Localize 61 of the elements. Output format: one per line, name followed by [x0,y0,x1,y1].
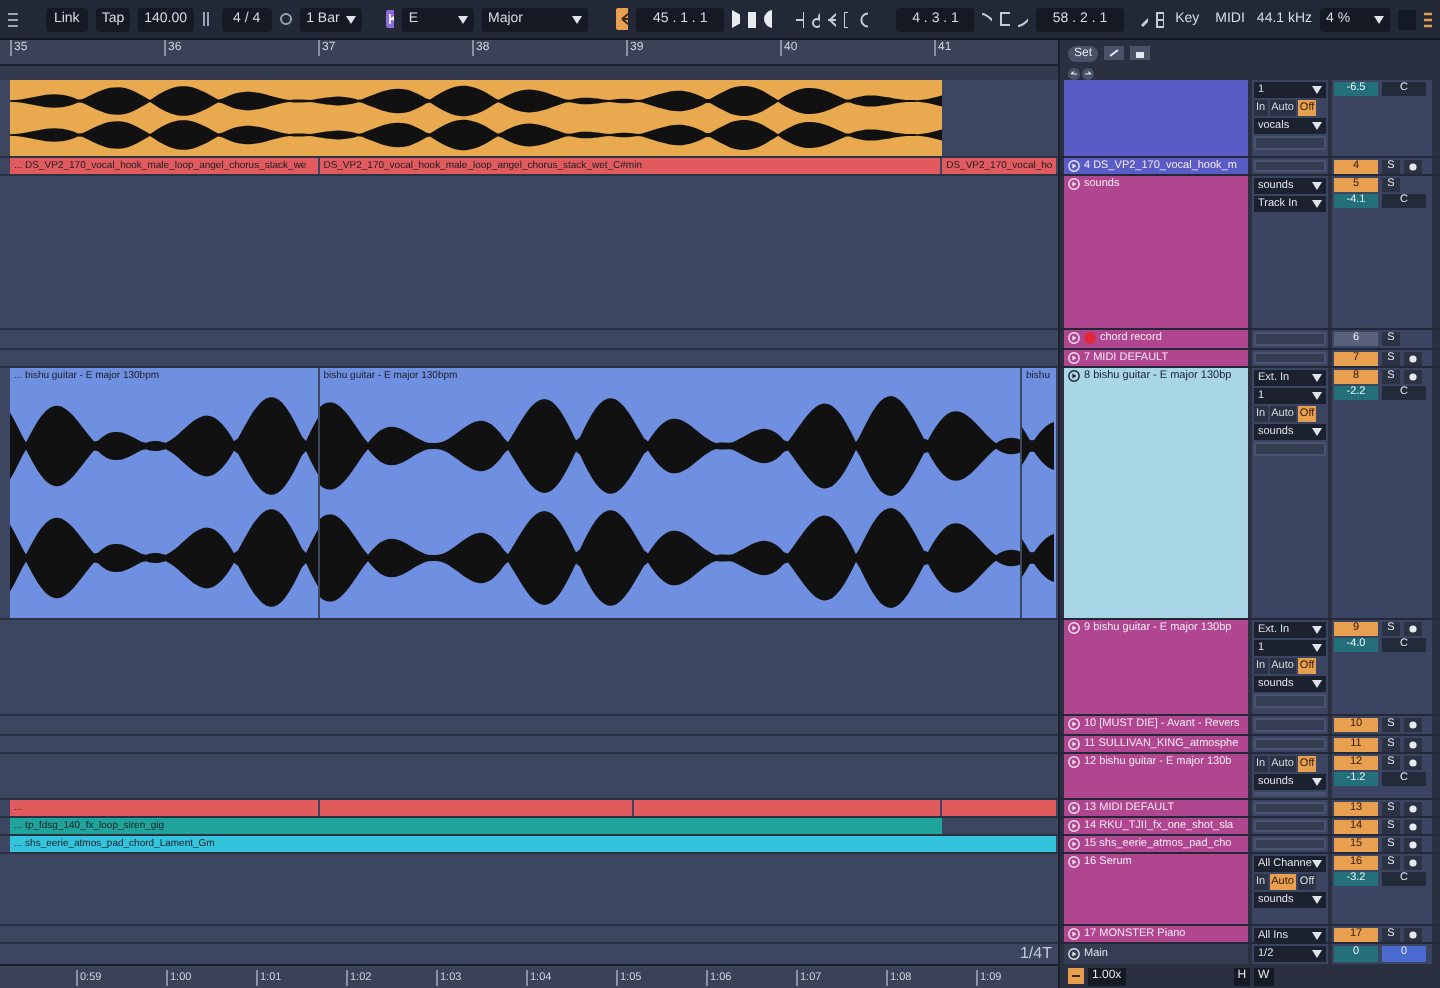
plus-icon[interactable] [796,11,805,27]
arm-button-icon[interactable] [1404,622,1422,636]
empty-slot [1254,820,1326,832]
nudge-icon[interactable] [201,12,213,26]
empty-slot [1254,136,1326,150]
arm-button-icon[interactable] [1404,928,1422,942]
caret-icon [457,15,468,23]
menu-icon[interactable] [1424,11,1433,27]
bracket-icon[interactable] [844,11,853,27]
follow-icon[interactable] [1068,968,1084,984]
caret-icon [1312,778,1322,786]
empty-slot [1254,718,1326,732]
arm-button-icon[interactable] [1404,838,1422,852]
caret-icon [1312,860,1322,868]
arm-button-icon[interactable] [1404,160,1422,174]
caret-icon [345,15,356,23]
caret-icon [1312,428,1322,436]
empty-slot [1254,332,1326,346]
empty-slot [1254,694,1326,708]
record-dot-icon[interactable] [1084,332,1096,344]
arm-button-icon[interactable] [1404,738,1422,752]
caret-icon [1312,680,1322,688]
play-icon[interactable] [731,10,740,28]
arm-button-icon[interactable] [1404,856,1422,870]
clip[interactable] [942,800,1056,816]
screen-icon[interactable] [1000,11,1011,27]
grid-label[interactable]: 1/4T [1019,944,1052,964]
empty-slot [1254,442,1326,456]
empty-slot [1254,352,1326,364]
grid-icon[interactable] [1155,11,1164,27]
stop-icon[interactable] [747,11,756,27]
menu-icon[interactable] [8,11,18,27]
caret-icon [1312,122,1322,130]
metronome-icon[interactable] [280,12,293,26]
empty-slot [1254,838,1326,850]
caret-icon [1312,86,1322,94]
record-icon[interactable] [763,10,773,28]
empty-slot [1254,738,1326,750]
arm-button-icon[interactable] [1404,802,1422,816]
lock-icon[interactable] [1130,46,1151,60]
arm-button-icon[interactable] [1404,352,1422,366]
clip[interactable] [319,800,633,816]
arrow-right-icon[interactable] [1082,67,1094,79]
caret-icon [571,15,581,23]
track-header[interactable] [1064,80,1248,156]
key-icon[interactable] [385,10,395,28]
empty-slot [1254,160,1326,172]
curve-icon[interactable] [982,11,993,27]
empty-slot [1254,802,1326,814]
fold-icon[interactable] [1068,370,1080,382]
caret-icon [1374,15,1385,23]
arm-button-icon[interactable] [1404,370,1422,384]
expand-icon[interactable] [1104,46,1125,60]
arrow-icon[interactable] [828,11,837,27]
arm-button-icon[interactable] [1404,756,1422,770]
caret-icon [1312,896,1322,904]
arm-button-icon[interactable] [1404,718,1422,732]
clip[interactable] [634,800,941,816]
follow-icon[interactable] [615,8,629,30]
arm-button-icon[interactable] [1404,820,1422,834]
arrow-left-icon[interactable] [1068,67,1080,79]
